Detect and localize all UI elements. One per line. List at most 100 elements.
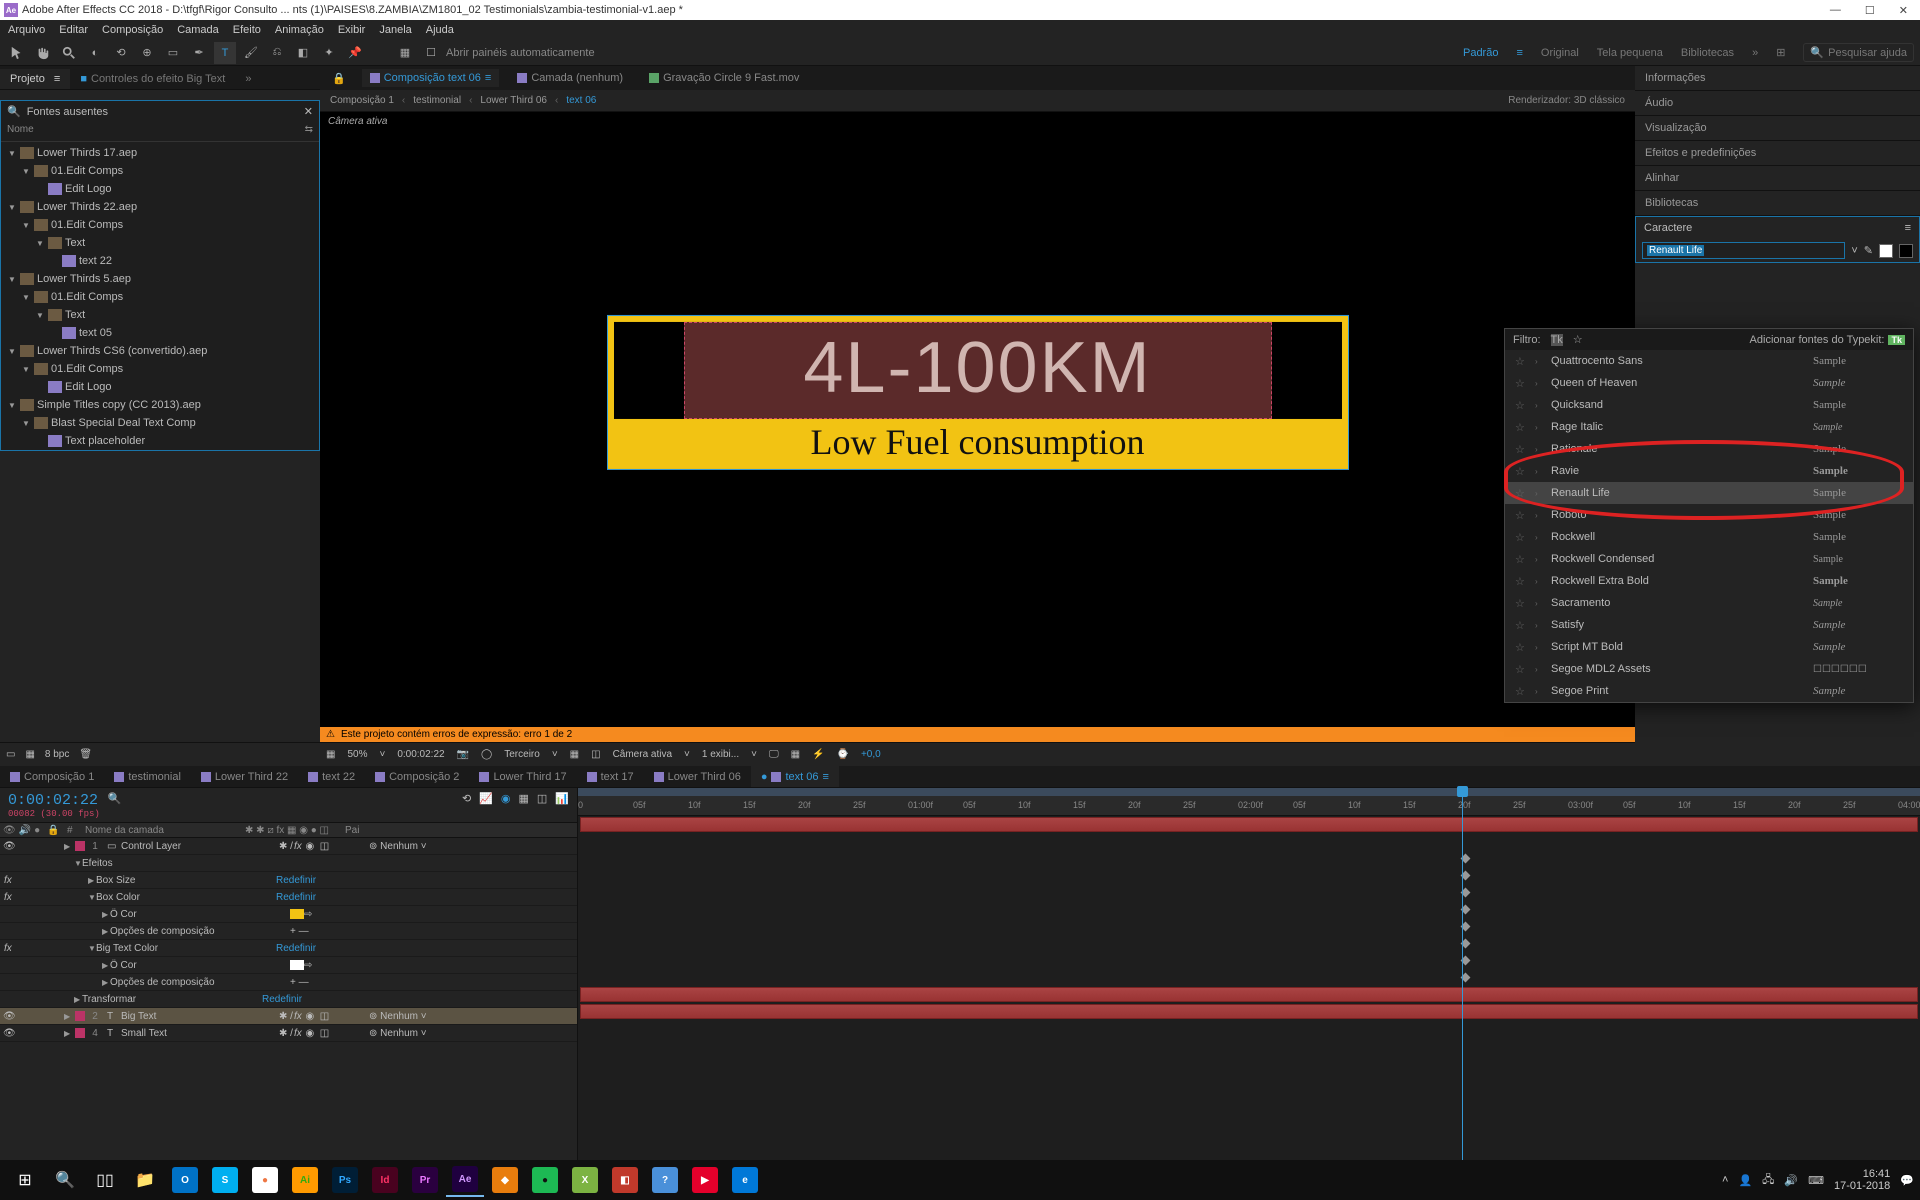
flow-icon[interactable]: ⇆: [305, 124, 313, 135]
breadcrumb-item[interactable]: text 06: [566, 95, 596, 106]
tree-row[interactable]: ▼Text: [1, 234, 319, 252]
blur-icon[interactable]: ◉: [501, 792, 511, 805]
taskbar-app[interactable]: ●: [526, 1163, 564, 1197]
close-icon[interactable]: ✕: [304, 105, 313, 118]
font-row[interactable]: ☆›Queen of HeavenSample: [1505, 372, 1913, 394]
menu-arquivo[interactable]: Arquivo: [8, 24, 45, 36]
menu-animacao[interactable]: Animação: [275, 24, 324, 36]
time-ruler[interactable]: 005f10f15f20f25f01:00f05f10f15f20f25f02:…: [578, 788, 1920, 816]
breadcrumb-item[interactable]: Lower Third 06: [480, 95, 547, 106]
layer-row[interactable]: fx▼Big Text ColorRedefinir: [0, 940, 577, 957]
tray-volume-icon[interactable]: 🔊: [1784, 1174, 1798, 1187]
grid-icon[interactable]: ▦: [570, 749, 579, 760]
notifications-icon[interactable]: 💬: [1900, 1174, 1914, 1187]
star-icon[interactable]: ☆: [1515, 465, 1527, 478]
views-value[interactable]: 1 exibi...: [702, 749, 739, 760]
font-family-input[interactable]: Renault Life: [1642, 242, 1845, 259]
timeline-tab[interactable]: testimonial: [104, 766, 191, 787]
trash-icon[interactable]: 🗑: [79, 749, 92, 760]
taskbar-app[interactable]: Pr: [406, 1163, 444, 1197]
menu-composicao[interactable]: Composição: [102, 24, 163, 36]
star-filter-icon[interactable]: ☆: [1573, 333, 1583, 346]
panel-libs[interactable]: Bibliotecas: [1635, 191, 1920, 216]
tree-row[interactable]: ▼01.Edit Comps: [1, 162, 319, 180]
star-icon[interactable]: ☆: [1515, 355, 1527, 368]
composition-viewer[interactable]: Câmera ativa 4L-100KM Low Fuel consumpti…: [320, 112, 1635, 727]
res-value[interactable]: Terceiro: [504, 749, 540, 760]
panel-menu-icon[interactable]: ≡: [1905, 222, 1911, 234]
panel-effects[interactable]: Efeitos e predefinições: [1635, 141, 1920, 166]
tree-row[interactable]: ▼Lower Thirds 17.aep: [1, 144, 319, 162]
playhead[interactable]: [1462, 788, 1463, 1188]
clone-tool[interactable]: ⎌: [266, 42, 288, 64]
tree-row[interactable]: text 22: [1, 252, 319, 270]
renderer-value[interactable]: 3D clássico: [1574, 95, 1625, 106]
layer-row[interactable]: 👁▶4TSmall Text✱ / fx ◉ ◫⊚ Nenhum ˅: [0, 1025, 577, 1042]
snap-toggle-2[interactable]: ☐: [420, 42, 442, 64]
layer-row[interactable]: ▼Efeitos: [0, 855, 577, 872]
tab-effect-controls[interactable]: ■Controles do efeito Big Text: [70, 69, 235, 89]
font-row[interactable]: ☆›SacramentoSample: [1505, 592, 1913, 614]
lock-icon[interactable]: 🔒: [332, 72, 346, 85]
workspace-more-icon[interactable]: »: [1752, 47, 1758, 59]
menu-camada[interactable]: Camada: [177, 24, 219, 36]
eye-icon[interactable]: 👁: [3, 825, 16, 836]
eraser-tool[interactable]: ◧: [292, 42, 314, 64]
alpha-icon[interactable]: ▦: [326, 749, 335, 760]
tab-project[interactable]: Projeto ≡: [0, 69, 70, 89]
tree-row[interactable]: ▼Lower Thirds CS6 (convertido).aep: [1, 342, 319, 360]
exposure-value[interactable]: +0,0: [861, 749, 881, 760]
timeline-tab[interactable]: text 17: [577, 766, 644, 787]
taskbar-app[interactable]: ▶: [686, 1163, 724, 1197]
font-row[interactable]: ☆›Rockwell Extra BoldSample: [1505, 570, 1913, 592]
roto-tool[interactable]: ✦: [318, 42, 340, 64]
timeline-tab[interactable]: Composição 1: [0, 766, 104, 787]
puppet-tool[interactable]: 📌: [344, 42, 366, 64]
3d-icon[interactable]: 🖵: [769, 749, 779, 760]
font-row[interactable]: ☆›QuicksandSample: [1505, 394, 1913, 416]
small-text[interactable]: Low Fuel consumption: [608, 418, 1348, 468]
orbit-tool[interactable]: ◐: [84, 42, 106, 64]
menu-efeito[interactable]: Efeito: [233, 24, 261, 36]
layer-row[interactable]: ▶TransformarRedefinir: [0, 991, 577, 1008]
taskbar-app[interactable]: Id: [366, 1163, 404, 1197]
maximize-button[interactable]: ☐: [1865, 4, 1875, 17]
tray-network-icon[interactable]: 🖧: [1762, 1171, 1774, 1190]
frame-blend-icon[interactable]: ▦: [518, 792, 528, 805]
taskbar-app[interactable]: Ae: [446, 1163, 484, 1197]
hand-tool[interactable]: [32, 42, 54, 64]
clock[interactable]: 16:41: [1834, 1168, 1890, 1180]
font-dropdown-icon[interactable]: ˅: [1851, 245, 1857, 257]
tray-people-icon[interactable]: 👤: [1738, 1174, 1752, 1187]
taskbar-app[interactable]: 📁: [126, 1163, 164, 1197]
layer-row[interactable]: ▶Ö Cor ⇨: [0, 957, 577, 974]
star-icon[interactable]: ☆: [1515, 597, 1527, 610]
warning-bar[interactable]: ⚠ Este projeto contém erros de expressão…: [320, 727, 1635, 742]
shy-icon[interactable]: ⟲: [462, 792, 471, 805]
star-icon[interactable]: ☆: [1515, 619, 1527, 632]
taskbar-app[interactable]: S: [206, 1163, 244, 1197]
comp-tab[interactable]: Camada (nenhum): [509, 69, 631, 87]
workspace-menu-icon[interactable]: ≡: [1516, 47, 1522, 59]
tree-row[interactable]: ▼Text: [1, 306, 319, 324]
comp-tab[interactable]: Gravação Circle 9 Fast.mov: [641, 69, 807, 87]
3d-icon[interactable]: ◫: [537, 792, 547, 805]
brush-tool[interactable]: 🖌: [240, 42, 262, 64]
camera-view[interactable]: Câmera ativa: [613, 749, 672, 760]
taskbar-app[interactable]: O: [166, 1163, 204, 1197]
menu-ajuda[interactable]: Ajuda: [426, 24, 454, 36]
tree-row[interactable]: ▼01.Edit Comps: [1, 288, 319, 306]
star-icon[interactable]: ☆: [1515, 509, 1527, 522]
menu-janela[interactable]: Janela: [379, 24, 411, 36]
region-icon[interactable]: ◯: [481, 749, 492, 760]
tree-row[interactable]: Edit Logo: [1, 180, 319, 198]
timeline-tab[interactable]: text 22: [298, 766, 365, 787]
pixel-icon[interactable]: ▦: [791, 749, 800, 760]
minimize-button[interactable]: —: [1830, 4, 1841, 16]
zoom-tool[interactable]: [58, 42, 80, 64]
taskbar-app[interactable]: Ps: [326, 1163, 364, 1197]
taskbar-app[interactable]: X: [566, 1163, 604, 1197]
graph-icon[interactable]: 📈: [479, 792, 493, 805]
taskbar-app[interactable]: e: [726, 1163, 764, 1197]
star-icon[interactable]: ☆: [1515, 377, 1527, 390]
